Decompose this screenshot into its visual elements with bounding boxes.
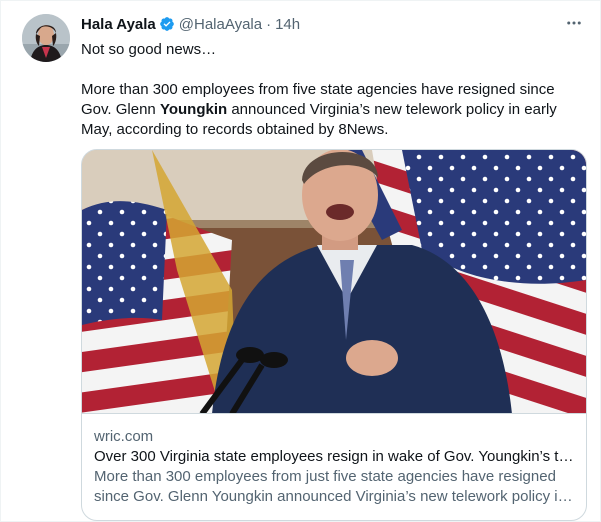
card-description: More than 300 employees from just five s… [94, 468, 566, 505]
tweet-text: Not so good news… More than 300 employee… [81, 40, 586, 140]
verified-badge-icon [159, 17, 174, 31]
tweet-timestamp[interactable]: 14h [275, 16, 300, 33]
card-image [82, 150, 586, 414]
author-handle[interactable]: @HalaAyala [179, 16, 262, 33]
card-title[interactable]: Over 300 Virginia state employees resign… [94, 447, 574, 467]
tweet-header: Hala Ayala @HalaAyala · 14h [81, 13, 586, 35]
hashtag-like-bold: Youngkin [159, 101, 228, 118]
card-domain: wric.com [94, 428, 154, 445]
tweet-line-2: More than 300 employees from five state … [81, 81, 557, 138]
avatar[interactable] [22, 14, 70, 62]
tweet-line-1: Not so good news… [81, 41, 217, 58]
link-card[interactable]: wric.com Over 300 Virginia state employe… [81, 149, 587, 521]
author-name[interactable]: Hala Ayala [81, 16, 156, 33]
tweet-content: Hala Ayala @HalaAyala · 14h Not so good … [81, 13, 586, 140]
card-body: wric.com Over 300 Virginia state employe… [82, 414, 586, 507]
separator-dot: · [266, 15, 272, 33]
tweet[interactable]: Hala Ayala @HalaAyala · 14h Not so good … [0, 0, 601, 522]
